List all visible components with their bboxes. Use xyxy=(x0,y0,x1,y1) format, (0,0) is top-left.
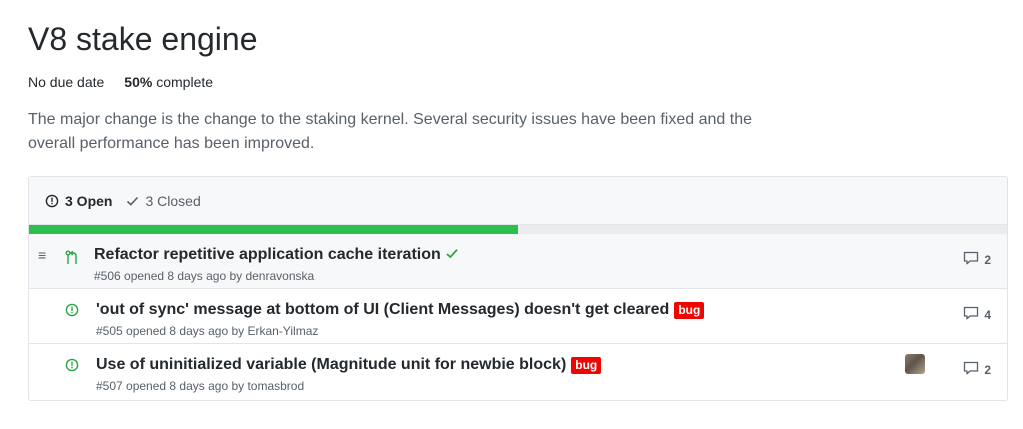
completion-percent: 50% xyxy=(124,74,153,90)
completion-suffix: complete xyxy=(156,74,214,90)
issue-title-link[interactable]: Use of uninitialized variable (Magnitude… xyxy=(96,355,602,375)
assignee-avatar[interactable] xyxy=(905,354,925,374)
bug-label[interactable]: bug xyxy=(571,356,602,374)
check-icon xyxy=(126,195,139,207)
issue-row[interactable]: ≡ Refactor repetitive application cache … xyxy=(29,234,1007,289)
issue-meta: #507 opened 8 days ago by tomasbrod xyxy=(96,379,305,393)
comment-icon xyxy=(963,251,979,268)
issue-opened-icon xyxy=(45,194,59,208)
bug-label[interactable]: bug xyxy=(674,301,705,319)
completion: 50% complete xyxy=(124,73,213,91)
comment-icon xyxy=(963,361,979,378)
comments-link[interactable]: 2 xyxy=(963,361,991,378)
comments-link[interactable]: 2 xyxy=(963,251,991,268)
issue-title-link[interactable]: 'out of sync' message at bottom of UI (C… xyxy=(96,300,705,320)
milestone-title: V8 stake engine xyxy=(28,21,258,57)
issue-row[interactable]: Use of uninitialized variable (Magnitude… xyxy=(29,344,1007,399)
open-tab[interactable]: 3 Open xyxy=(45,193,112,209)
comment-icon xyxy=(963,306,979,323)
comments-link[interactable]: 4 xyxy=(963,306,991,323)
milestone-description: The major change is the change to the st… xyxy=(28,111,752,152)
issue-title-text: 'out of sync' message at bottom of UI (C… xyxy=(96,301,670,318)
due-date: No due date xyxy=(28,74,105,90)
issue-title-link[interactable]: Refactor repetitive application cache it… xyxy=(94,245,458,265)
progress-fill xyxy=(29,225,518,234)
issue-opened-icon xyxy=(65,358,79,377)
issue-row[interactable]: 'out of sync' message at bottom of UI (C… xyxy=(29,289,1007,344)
issue-meta: #506 opened 8 days ago by denravonska xyxy=(94,269,315,283)
comment-count: 4 xyxy=(984,307,991,322)
issues-box: 3 Open 3 Closed ≡ Refactor repetitive ap… xyxy=(28,176,1008,401)
milestone-meta: No due date 50% complete xyxy=(28,73,213,91)
comment-count: 2 xyxy=(984,252,991,267)
closed-count: 3 Closed xyxy=(145,192,201,209)
comment-count: 2 xyxy=(984,362,991,377)
issue-title-text: Refactor repetitive application cache it… xyxy=(94,246,441,263)
milestone-progress-bar xyxy=(29,225,1007,234)
pull-request-icon xyxy=(65,250,79,271)
status-success-icon[interactable] xyxy=(446,245,458,265)
issue-opened-icon xyxy=(65,303,79,322)
drag-handle-icon[interactable]: ≡ xyxy=(38,247,46,263)
closed-tab[interactable]: 3 Closed xyxy=(126,192,201,209)
issues-header: 3 Open 3 Closed xyxy=(29,177,1007,225)
issue-meta: #505 opened 8 days ago by Erkan-Yilmaz xyxy=(96,324,319,338)
issue-title-text: Use of uninitialized variable (Magnitude… xyxy=(96,356,567,373)
open-count: 3 Open xyxy=(65,192,113,209)
